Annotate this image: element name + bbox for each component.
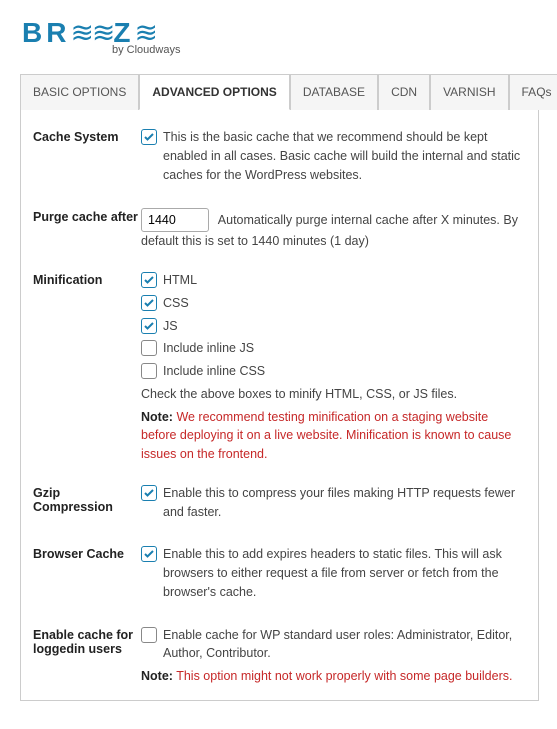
text-cache-system: This is the basic cache that we recommen…	[163, 128, 526, 184]
settings-panel: Cache System This is the basic cache tha…	[20, 110, 539, 701]
text-minify-help: Check the above boxes to minify HTML, CS…	[141, 385, 526, 404]
row-gzip: Gzip Compression Enable this to compress…	[33, 484, 526, 526]
checkbox-include-inline-js[interactable]	[141, 340, 157, 356]
label-browser-cache: Browser Cache	[33, 545, 141, 561]
label-gzip: Gzip Compression	[33, 484, 141, 514]
tabs-nav: BASIC OPTIONS ADVANCED OPTIONS DATABASE …	[20, 74, 541, 110]
tab-database[interactable]: DATABASE	[290, 74, 378, 110]
check-icon	[143, 320, 155, 332]
check-icon	[143, 487, 155, 499]
text-include-inline-js: Include inline JS	[163, 339, 526, 358]
loggedin-note-label: Note:	[141, 669, 173, 683]
breeze-logo: BR≋≋Z≋ by Cloudways	[22, 16, 541, 56]
text-minify-css: CSS	[163, 294, 526, 313]
text-gzip: Enable this to compress your files makin…	[163, 484, 526, 522]
minify-note-label: Note:	[141, 410, 173, 424]
checkbox-gzip[interactable]	[141, 485, 157, 501]
check-icon	[143, 297, 155, 309]
loggedin-note-text: This option might not work properly with…	[176, 669, 512, 683]
checkbox-minify-html[interactable]	[141, 272, 157, 288]
checkbox-browser-cache[interactable]	[141, 546, 157, 562]
logo-wave-e2: ≋	[92, 16, 113, 49]
row-cache-system: Cache System This is the basic cache tha…	[33, 128, 526, 188]
checkbox-cache-system[interactable]	[141, 129, 157, 145]
label-loggedin-cache: Enable cache for loggedin users	[33, 626, 141, 656]
logo-wave-e1: ≋	[70, 16, 91, 49]
label-cache-system: Cache System	[33, 128, 141, 144]
tab-basic-options[interactable]: BASIC OPTIONS	[20, 74, 139, 110]
logo-text-before: BR	[22, 17, 70, 48]
tab-cdn[interactable]: CDN	[378, 74, 430, 110]
checkbox-minify-css[interactable]	[141, 295, 157, 311]
row-purge-cache: Purge cache after Automatically purge in…	[33, 208, 526, 251]
minify-note-text: We recommend testing minification on a s…	[141, 410, 511, 462]
check-icon	[143, 548, 155, 560]
tab-varnish[interactable]: VARNISH	[430, 74, 508, 110]
check-icon	[143, 131, 155, 143]
tab-advanced-options[interactable]: ADVANCED OPTIONS	[139, 74, 289, 110]
logo-tagline: by Cloudways	[112, 44, 541, 56]
text-minify-html: HTML	[163, 271, 526, 290]
text-minify-js: JS	[163, 317, 526, 336]
text-loggedin-cache: Enable cache for WP standard user roles:…	[163, 626, 526, 664]
label-purge-cache: Purge cache after	[33, 208, 141, 224]
text-include-inline-css: Include inline CSS	[163, 362, 526, 381]
check-icon	[143, 274, 155, 286]
row-browser-cache: Browser Cache Enable this to add expires…	[33, 545, 526, 605]
checkbox-loggedin-cache[interactable]	[141, 627, 157, 643]
tab-faqs[interactable]: FAQs	[509, 74, 557, 110]
checkbox-include-inline-css[interactable]	[141, 363, 157, 379]
row-loggedin-cache: Enable cache for loggedin users Enable c…	[33, 626, 526, 686]
input-purge-minutes[interactable]	[141, 208, 209, 232]
label-minification: Minification	[33, 271, 141, 287]
text-browser-cache: Enable this to add expires headers to st…	[163, 545, 526, 601]
row-minification: Minification HTML CSS	[33, 271, 526, 464]
checkbox-minify-js[interactable]	[141, 318, 157, 334]
